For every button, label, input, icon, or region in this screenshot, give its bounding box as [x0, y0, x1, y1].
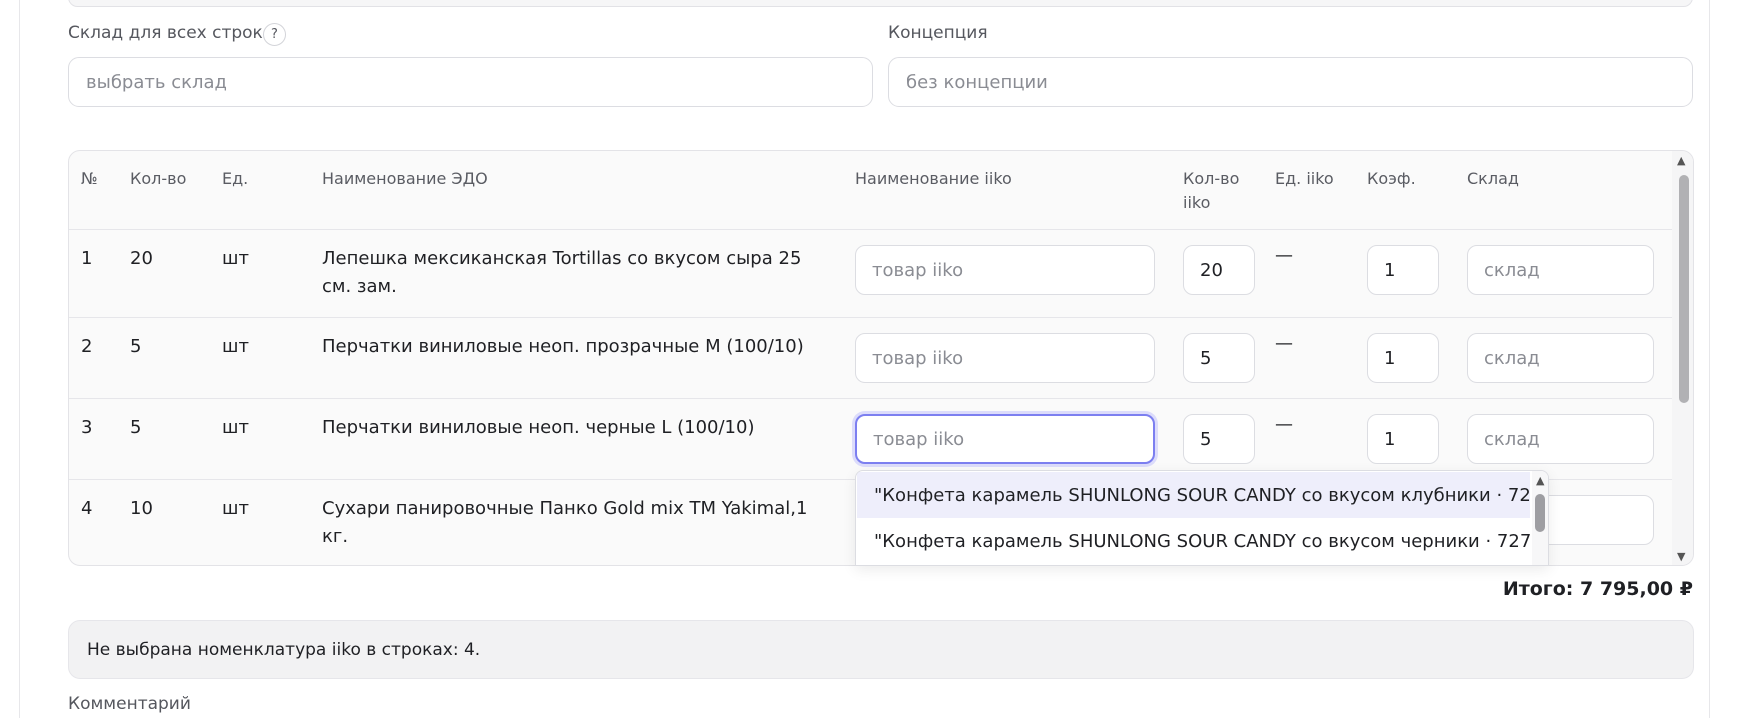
row-num: 1 [81, 248, 93, 269]
row-name-line1: Сухари панировочные Панко Gold mix ТМ Ya… [322, 498, 808, 519]
row-name-edo: Лепешка мексиканская Tortillas со вкусом… [322, 245, 801, 301]
coef-input[interactable]: 1 [1367, 245, 1439, 295]
row-divider [69, 229, 1674, 230]
concept-select[interactable]: без концепции [888, 57, 1693, 107]
row-name-edo: Перчатки виниловые неоп. черные L (100/1… [322, 417, 755, 438]
header-coef: Коэф. [1367, 169, 1416, 188]
row-qty: 20 [130, 248, 153, 269]
coef-input[interactable]: 1 [1367, 333, 1439, 383]
header-qty: Кол-во [130, 169, 187, 188]
warehouse-input[interactable]: склад [1467, 333, 1654, 383]
dropdown-scrollbar-thumb[interactable] [1535, 494, 1545, 532]
row-name-edo: Перчатки виниловые неоп. прозрачные M (1… [322, 336, 804, 357]
unit-iiko-dash: — [1275, 414, 1293, 435]
qty-iiko-input[interactable]: 20 [1183, 245, 1255, 295]
header-unit-iiko: Ед. iiko [1275, 169, 1334, 188]
dropdown-scroll-up-icon[interactable]: ▲ [1536, 474, 1544, 487]
product-iiko-input-focused[interactable]: товар iiko [855, 414, 1155, 464]
total-amount: Итого: 7 795,00 ₽ [1502, 578, 1693, 600]
qty-iiko-input[interactable]: 5 [1183, 414, 1255, 464]
unit-iiko-dash: — [1275, 333, 1293, 354]
table-scrollbar-thumb[interactable] [1679, 175, 1689, 403]
row-qty: 10 [130, 498, 153, 519]
page-border-right [1709, 0, 1710, 718]
row-name-line1: Лепешка мексиканская Tortillas со вкусом… [322, 248, 802, 269]
unit-iiko-dash: — [1275, 245, 1293, 266]
warehouse-all-select[interactable]: выбрать склад [68, 57, 873, 107]
warehouse-input[interactable]: склад [1467, 245, 1654, 295]
row-unit: шт [222, 336, 249, 357]
comment-label: Комментарий [68, 694, 191, 714]
header-warehouse: Склад [1467, 169, 1519, 188]
row-name-line2: кг. [322, 526, 349, 547]
row-unit: шт [222, 248, 249, 269]
row-num: 4 [81, 498, 93, 519]
header-num: № [81, 169, 98, 188]
header-qty-iiko-line1: Кол-во [1183, 169, 1240, 188]
suggestion-item[interactable]: "Конфета карамель SHUNLONG SOUR CANDY со… [857, 472, 1548, 518]
header-unit: Ед. [222, 169, 249, 188]
suggestion-item[interactable]: "Конфета карамель SHUNLONG SOUR CANDY со… [857, 518, 1548, 564]
row-divider [69, 317, 1674, 318]
header-qty-iiko: Кол-во iiko [1183, 167, 1239, 215]
row-divider [69, 398, 1674, 399]
top-panel [68, 0, 1693, 7]
row-unit: шт [222, 417, 249, 438]
header-qty-iiko-line2: iiko [1183, 193, 1211, 212]
row-qty: 5 [130, 336, 142, 357]
row-name-edo: Сухари панировочные Панко Gold mix ТМ Ya… [322, 495, 807, 551]
header-name-edo: Наименование ЭДО [322, 169, 488, 188]
row-qty: 5 [130, 417, 142, 438]
help-icon[interactable]: ? [263, 23, 286, 46]
coef-input[interactable]: 1 [1367, 414, 1439, 464]
product-iiko-input[interactable]: товар iiko [855, 333, 1155, 383]
scroll-down-icon[interactable]: ▼ [1677, 550, 1685, 563]
warning-notice: Не выбрана номенклатура iiko в строках: … [68, 620, 1694, 679]
warehouse-input[interactable]: склад [1467, 414, 1654, 464]
qty-iiko-input[interactable]: 5 [1183, 333, 1255, 383]
row-num: 3 [81, 417, 93, 438]
row-num: 2 [81, 336, 93, 357]
row-unit: шт [222, 498, 249, 519]
concept-label: Концепция [888, 23, 988, 43]
product-suggestions-dropdown: "Конфета карамель SHUNLONG SOUR CANDY со… [855, 470, 1549, 566]
scroll-up-icon[interactable]: ▲ [1677, 154, 1685, 167]
warehouse-all-label: Склад для всех строк [68, 23, 263, 43]
page-border-left [19, 0, 20, 718]
row-name-line2: см. зам. [322, 276, 397, 297]
header-name-iiko: Наименование iiko [855, 169, 1012, 188]
product-iiko-input[interactable]: товар iiko [855, 245, 1155, 295]
